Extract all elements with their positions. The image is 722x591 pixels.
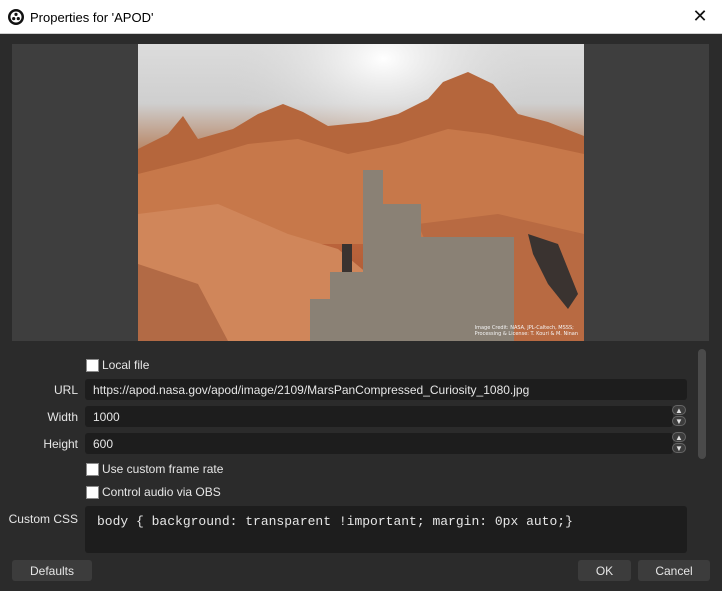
- height-increase-button[interactable]: ▲: [672, 432, 686, 442]
- width-input[interactable]: 1000: [85, 406, 673, 427]
- width-decrease-button[interactable]: ▼: [672, 416, 686, 426]
- width-increase-button[interactable]: ▲: [672, 405, 686, 415]
- source-preview: Image Credit: NASA, JPL-Caltech, MSSS; P…: [12, 44, 709, 341]
- title-bar: Properties for 'APOD' ✕: [0, 0, 722, 34]
- control-audio-checkbox[interactable]: [86, 486, 99, 499]
- local-file-label: Local file: [102, 358, 150, 372]
- defaults-button[interactable]: Defaults: [12, 560, 92, 581]
- url-input[interactable]: https://apod.nasa.gov/apod/image/2109/Ma…: [85, 379, 687, 400]
- mars-panorama-image: Image Credit: NASA, JPL-Caltech, MSSS; P…: [138, 44, 584, 341]
- custom-frame-rate-checkbox[interactable]: [86, 463, 99, 476]
- url-label: URL: [53, 383, 78, 397]
- image-credit: Image Credit: NASA, JPL-Caltech, MSSS; P…: [475, 325, 578, 337]
- credit-line: Processing & License: T. Kouri & M. Nina…: [474, 331, 578, 337]
- window-title: Properties for 'APOD': [30, 10, 154, 25]
- width-label: Width: [47, 410, 78, 424]
- ok-button[interactable]: OK: [578, 560, 631, 581]
- custom-css-label: Custom CSS: [8, 512, 78, 526]
- obs-logo-icon: [8, 9, 24, 25]
- scrollbar[interactable]: [698, 349, 706, 459]
- height-decrease-button[interactable]: ▼: [672, 443, 686, 453]
- height-input[interactable]: 600: [85, 433, 673, 454]
- close-icon[interactable]: ✕: [678, 0, 722, 33]
- custom-frame-rate-label: Use custom frame rate: [102, 462, 224, 476]
- control-audio-label: Control audio via OBS: [102, 485, 221, 499]
- custom-css-textarea[interactable]: body { background: transparent !importan…: [85, 506, 687, 553]
- cancel-button[interactable]: Cancel: [638, 560, 710, 581]
- height-label: Height: [43, 437, 78, 451]
- local-file-checkbox[interactable]: [86, 359, 99, 372]
